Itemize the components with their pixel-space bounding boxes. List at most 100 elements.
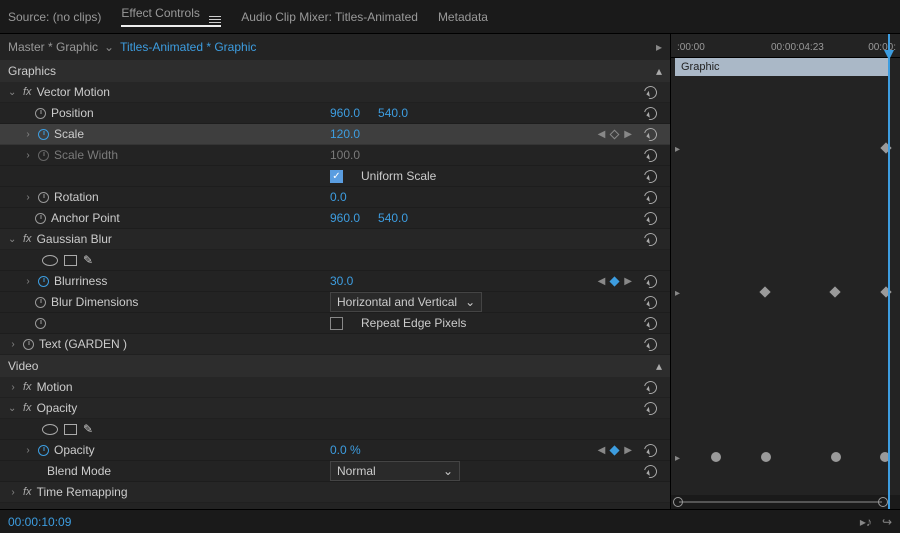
fx-icon[interactable]: fx bbox=[23, 381, 32, 393]
collapse-icon[interactable]: ▴ bbox=[656, 359, 662, 373]
stopwatch-icon[interactable] bbox=[38, 192, 49, 203]
reset-icon[interactable] bbox=[641, 462, 659, 480]
reset-icon[interactable] bbox=[641, 209, 659, 227]
keyframe-circle[interactable] bbox=[831, 452, 841, 462]
position-x-input[interactable]: 960.0 bbox=[330, 106, 360, 120]
mask-ellipse-icon[interactable] bbox=[42, 255, 58, 266]
reset-icon[interactable] bbox=[641, 441, 659, 459]
keyframe-marker[interactable] bbox=[759, 286, 770, 297]
reset-icon[interactable] bbox=[641, 293, 659, 311]
blend-mode-select[interactable]: Normal ⌄ bbox=[330, 461, 460, 481]
reset-icon[interactable] bbox=[641, 399, 659, 417]
uniform-scale-checkbox[interactable] bbox=[330, 170, 343, 183]
zoom-handle-left[interactable] bbox=[673, 497, 683, 507]
keyframe-prev-icon[interactable]: ◀ bbox=[598, 276, 606, 287]
keyframe-add-icon[interactable] bbox=[610, 445, 620, 455]
stopwatch-icon[interactable] bbox=[35, 297, 46, 308]
position-y-input[interactable]: 540.0 bbox=[378, 106, 408, 120]
chevron-right-icon[interactable]: › bbox=[23, 129, 33, 140]
keyframe-next-icon[interactable]: ▶ bbox=[624, 129, 632, 140]
new-bin-icon[interactable]: ↪ bbox=[882, 515, 892, 529]
keyframe-add-icon[interactable] bbox=[610, 129, 620, 139]
rotation-input[interactable]: 0.0 bbox=[330, 190, 347, 204]
zoom-handle-right[interactable] bbox=[878, 497, 888, 507]
timecode-display[interactable]: 00:00:10:09 bbox=[8, 515, 71, 529]
fx-icon[interactable]: fx bbox=[23, 402, 32, 414]
breadcrumb-clip[interactable]: Titles-Animated * Graphic bbox=[120, 40, 256, 54]
panel-menu-icon[interactable] bbox=[209, 16, 221, 23]
section-graphics[interactable]: Graphics ▴ bbox=[0, 60, 670, 82]
keyframe-prev-icon[interactable]: ◀ bbox=[598, 445, 606, 456]
reset-icon[interactable] bbox=[641, 272, 659, 290]
chevron-down-icon[interactable]: ⌄ bbox=[104, 40, 114, 54]
keyframe-circle[interactable] bbox=[711, 452, 721, 462]
scale-input[interactable]: 120.0 bbox=[330, 127, 360, 141]
stopwatch-icon[interactable] bbox=[38, 276, 49, 287]
reset-icon[interactable] bbox=[641, 335, 659, 353]
effect-gaussian-blur[interactable]: ⌄ fx Gaussian Blur bbox=[0, 229, 670, 250]
mask-rect-icon[interactable] bbox=[64, 424, 77, 435]
anchor-x-input[interactable]: 960.0 bbox=[330, 211, 360, 225]
anchor-y-input[interactable]: 540.0 bbox=[378, 211, 408, 225]
chevron-right-icon[interactable]: › bbox=[8, 487, 18, 498]
playhead[interactable] bbox=[888, 34, 890, 509]
fx-icon[interactable]: fx bbox=[23, 86, 32, 98]
mask-rect-icon[interactable] bbox=[64, 255, 77, 266]
reset-icon[interactable] bbox=[641, 188, 659, 206]
clip-bar[interactable]: Graphic bbox=[675, 58, 888, 76]
reset-icon[interactable] bbox=[641, 314, 659, 332]
stopwatch-icon[interactable] bbox=[35, 108, 46, 119]
mask-ellipse-icon[interactable] bbox=[42, 424, 58, 435]
collapse-icon[interactable]: ▴ bbox=[656, 64, 662, 78]
fx-icon[interactable]: fx bbox=[23, 233, 32, 245]
opacity-input[interactable]: 0.0 % bbox=[330, 443, 361, 457]
chevron-right-icon[interactable]: › bbox=[8, 382, 18, 393]
keyframe-next-icon[interactable]: ▶ bbox=[624, 445, 632, 456]
blur-dimensions-select[interactable]: Horizontal and Vertical ⌄ bbox=[330, 292, 482, 312]
tab-audio-mixer[interactable]: Audio Clip Mixer: Titles-Animated bbox=[241, 10, 418, 24]
effect-time-remapping[interactable]: › fx Time Remapping bbox=[0, 482, 670, 503]
breadcrumb-master[interactable]: Master * Graphic bbox=[8, 40, 98, 54]
keyframe-prev-icon[interactable]: ◀ bbox=[598, 129, 606, 140]
zoom-scrollbar[interactable] bbox=[671, 495, 900, 509]
reset-icon[interactable] bbox=[641, 230, 659, 248]
chevron-right-icon[interactable]: › bbox=[23, 192, 33, 203]
reset-icon[interactable] bbox=[641, 378, 659, 396]
blurriness-input[interactable]: 30.0 bbox=[330, 274, 353, 288]
mask-pen-icon[interactable]: ✎ bbox=[83, 253, 93, 267]
stopwatch-icon[interactable] bbox=[23, 339, 34, 350]
tab-effect-controls[interactable]: Effect Controls bbox=[121, 6, 221, 27]
repeat-edge-checkbox[interactable] bbox=[330, 317, 343, 330]
toggle-effect-icon[interactable]: ▸♪ bbox=[860, 515, 872, 529]
kf-track-scale[interactable]: ▸ bbox=[671, 138, 900, 159]
fx-icon[interactable]: fx bbox=[23, 486, 32, 498]
kf-track-blurriness[interactable]: ▸ bbox=[671, 282, 900, 303]
chevron-down-icon[interactable]: ⌄ bbox=[8, 87, 18, 98]
effect-text[interactable]: › Text (GARDEN ) bbox=[0, 334, 670, 355]
stopwatch-icon[interactable] bbox=[38, 445, 49, 456]
reset-icon[interactable] bbox=[641, 125, 659, 143]
time-ruler[interactable]: :00:00 00:00:04:23 00:00: bbox=[671, 34, 900, 58]
mask-pen-icon[interactable]: ✎ bbox=[83, 422, 93, 436]
chevron-right-icon[interactable]: › bbox=[23, 445, 33, 456]
chevron-right-icon[interactable]: › bbox=[23, 276, 33, 287]
kf-track-opacity[interactable]: ▸ bbox=[671, 447, 900, 468]
stopwatch-icon[interactable] bbox=[35, 318, 46, 329]
effect-opacity[interactable]: ⌄ fx Opacity bbox=[0, 398, 670, 419]
section-video[interactable]: Video ▴ bbox=[0, 355, 670, 377]
play-arrow-icon[interactable]: ▸ bbox=[656, 40, 662, 54]
effect-vector-motion[interactable]: ⌄ fx Vector Motion bbox=[0, 82, 670, 103]
tab-metadata[interactable]: Metadata bbox=[438, 10, 488, 24]
keyframe-marker[interactable] bbox=[829, 286, 840, 297]
reset-icon[interactable] bbox=[641, 167, 659, 185]
prop-scale[interactable]: › Scale 120.0 ◀ ▶ bbox=[0, 124, 670, 145]
stopwatch-icon[interactable] bbox=[35, 213, 46, 224]
tab-source[interactable]: Source: (no clips) bbox=[8, 10, 101, 24]
chevron-down-icon[interactable]: ⌄ bbox=[8, 403, 18, 414]
reset-icon[interactable] bbox=[641, 83, 659, 101]
effect-motion[interactable]: › fx Motion bbox=[0, 377, 670, 398]
chevron-down-icon[interactable]: ⌄ bbox=[8, 234, 18, 245]
keyframe-add-icon[interactable] bbox=[610, 276, 620, 286]
reset-icon[interactable] bbox=[641, 146, 659, 164]
stopwatch-icon[interactable] bbox=[38, 129, 49, 140]
